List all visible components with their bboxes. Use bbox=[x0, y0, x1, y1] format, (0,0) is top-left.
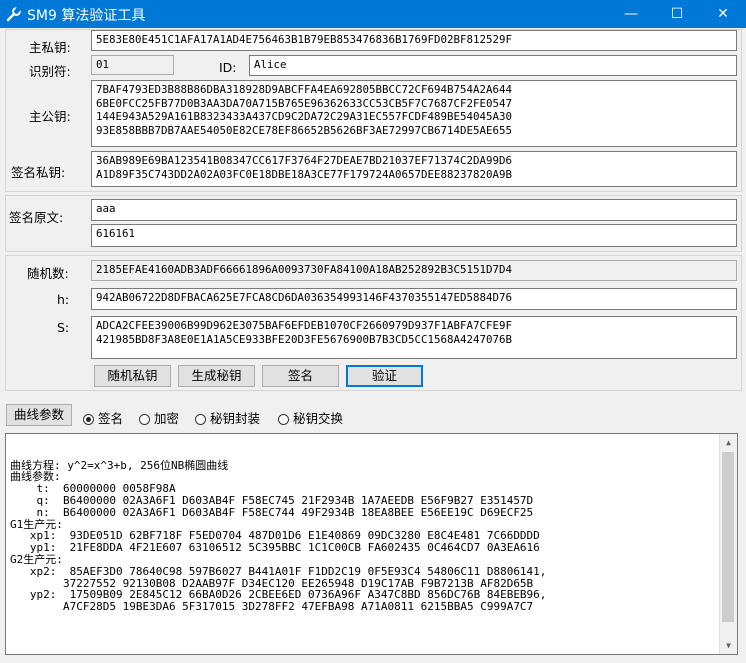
radio-dot-icon bbox=[83, 414, 94, 425]
output-text: 曲线方程: y^2=x^3+b, 256位NB椭圆曲线 曲线参数: t: 600… bbox=[10, 458, 547, 614]
random-private-key-button[interactable]: 随机私钥 bbox=[94, 365, 171, 387]
radio-dot-icon bbox=[139, 414, 150, 425]
curve-params-button[interactable]: 曲线参数 bbox=[6, 404, 72, 426]
radio-sign-label: 签名 bbox=[98, 411, 124, 426]
random-field[interactable]: 2185EFAE4160ADB3ADF66661896A0093730FA841… bbox=[91, 260, 737, 281]
h-field[interactable]: 942AB06722D8DFBACA625E7FCA8CD6DA03635499… bbox=[91, 288, 737, 310]
radio-encrypt[interactable]: 加密 bbox=[139, 408, 179, 427]
master-public-key-field[interactable]: 7BAF4793ED3B88B86DBA318928D9ABCFFA4EA692… bbox=[91, 80, 737, 147]
generate-key-button[interactable]: 生成秘钥 bbox=[178, 365, 255, 387]
scroll-down-icon[interactable]: ▼ bbox=[720, 637, 737, 654]
s-label: S: bbox=[57, 320, 70, 335]
radio-sign[interactable]: 签名 bbox=[83, 408, 123, 427]
s-field[interactable]: ADCA2CFEE39006B99D962E3075BAF6EFDEB1070C… bbox=[91, 316, 737, 359]
scroll-thumb[interactable] bbox=[722, 452, 734, 622]
close-button[interactable]: ✕ bbox=[700, 0, 746, 28]
radio-key-exchange-label: 秘钥交换 bbox=[293, 411, 344, 426]
hid-field[interactable]: 01 bbox=[91, 55, 174, 75]
sign-private-key-field[interactable]: 36AB989E69BA123541B08347CC617F3764F27DEA… bbox=[91, 151, 737, 187]
message-label: 签名原文: bbox=[9, 210, 64, 225]
wrench-icon bbox=[6, 6, 22, 22]
radio-dot-icon bbox=[195, 414, 206, 425]
verify-button[interactable]: 验证 bbox=[346, 365, 423, 387]
message-input[interactable]: aaa bbox=[91, 199, 737, 221]
master-public-key-label: 主公钥: bbox=[29, 109, 71, 124]
radio-key-encapsulation[interactable]: 秘钥封装 bbox=[195, 408, 260, 427]
minimize-button[interactable]: — bbox=[608, 0, 654, 28]
radio-dot-icon bbox=[278, 414, 289, 425]
window-title: SM9 算法验证工具 bbox=[27, 8, 146, 24]
maximize-button[interactable]: ☐ bbox=[654, 0, 700, 28]
sign-button[interactable]: 签名 bbox=[262, 365, 339, 387]
message-hex-field[interactable]: 616161 bbox=[91, 224, 737, 247]
title-bar: SM9 算法验证工具 — ☐ ✕ bbox=[0, 0, 746, 28]
output-text-area[interactable]: 曲线方程: y^2=x^3+b, 256位NB椭圆曲线 曲线参数: t: 600… bbox=[5, 433, 738, 655]
sign-private-key-label: 签名私钥: bbox=[11, 165, 66, 180]
radio-encrypt-label: 加密 bbox=[154, 411, 180, 426]
master-private-key-label: 主私钥: bbox=[29, 40, 71, 55]
radio-key-exchange[interactable]: 秘钥交换 bbox=[278, 408, 343, 427]
h-label: h: bbox=[57, 292, 70, 307]
master-private-key-field[interactable]: 5E83E80E451C1AFA17A1AD4E756463B1B79EB853… bbox=[91, 30, 737, 51]
output-scrollbar[interactable]: ▲ ▼ bbox=[719, 434, 737, 654]
id-field[interactable]: Alice bbox=[249, 55, 737, 76]
random-label: 随机数: bbox=[27, 266, 69, 281]
scroll-up-icon[interactable]: ▲ bbox=[720, 434, 737, 451]
radio-key-encapsulation-label: 秘钥封装 bbox=[210, 411, 261, 426]
hid-label: 识别符: bbox=[29, 64, 71, 79]
id-label: ID: bbox=[219, 60, 237, 75]
